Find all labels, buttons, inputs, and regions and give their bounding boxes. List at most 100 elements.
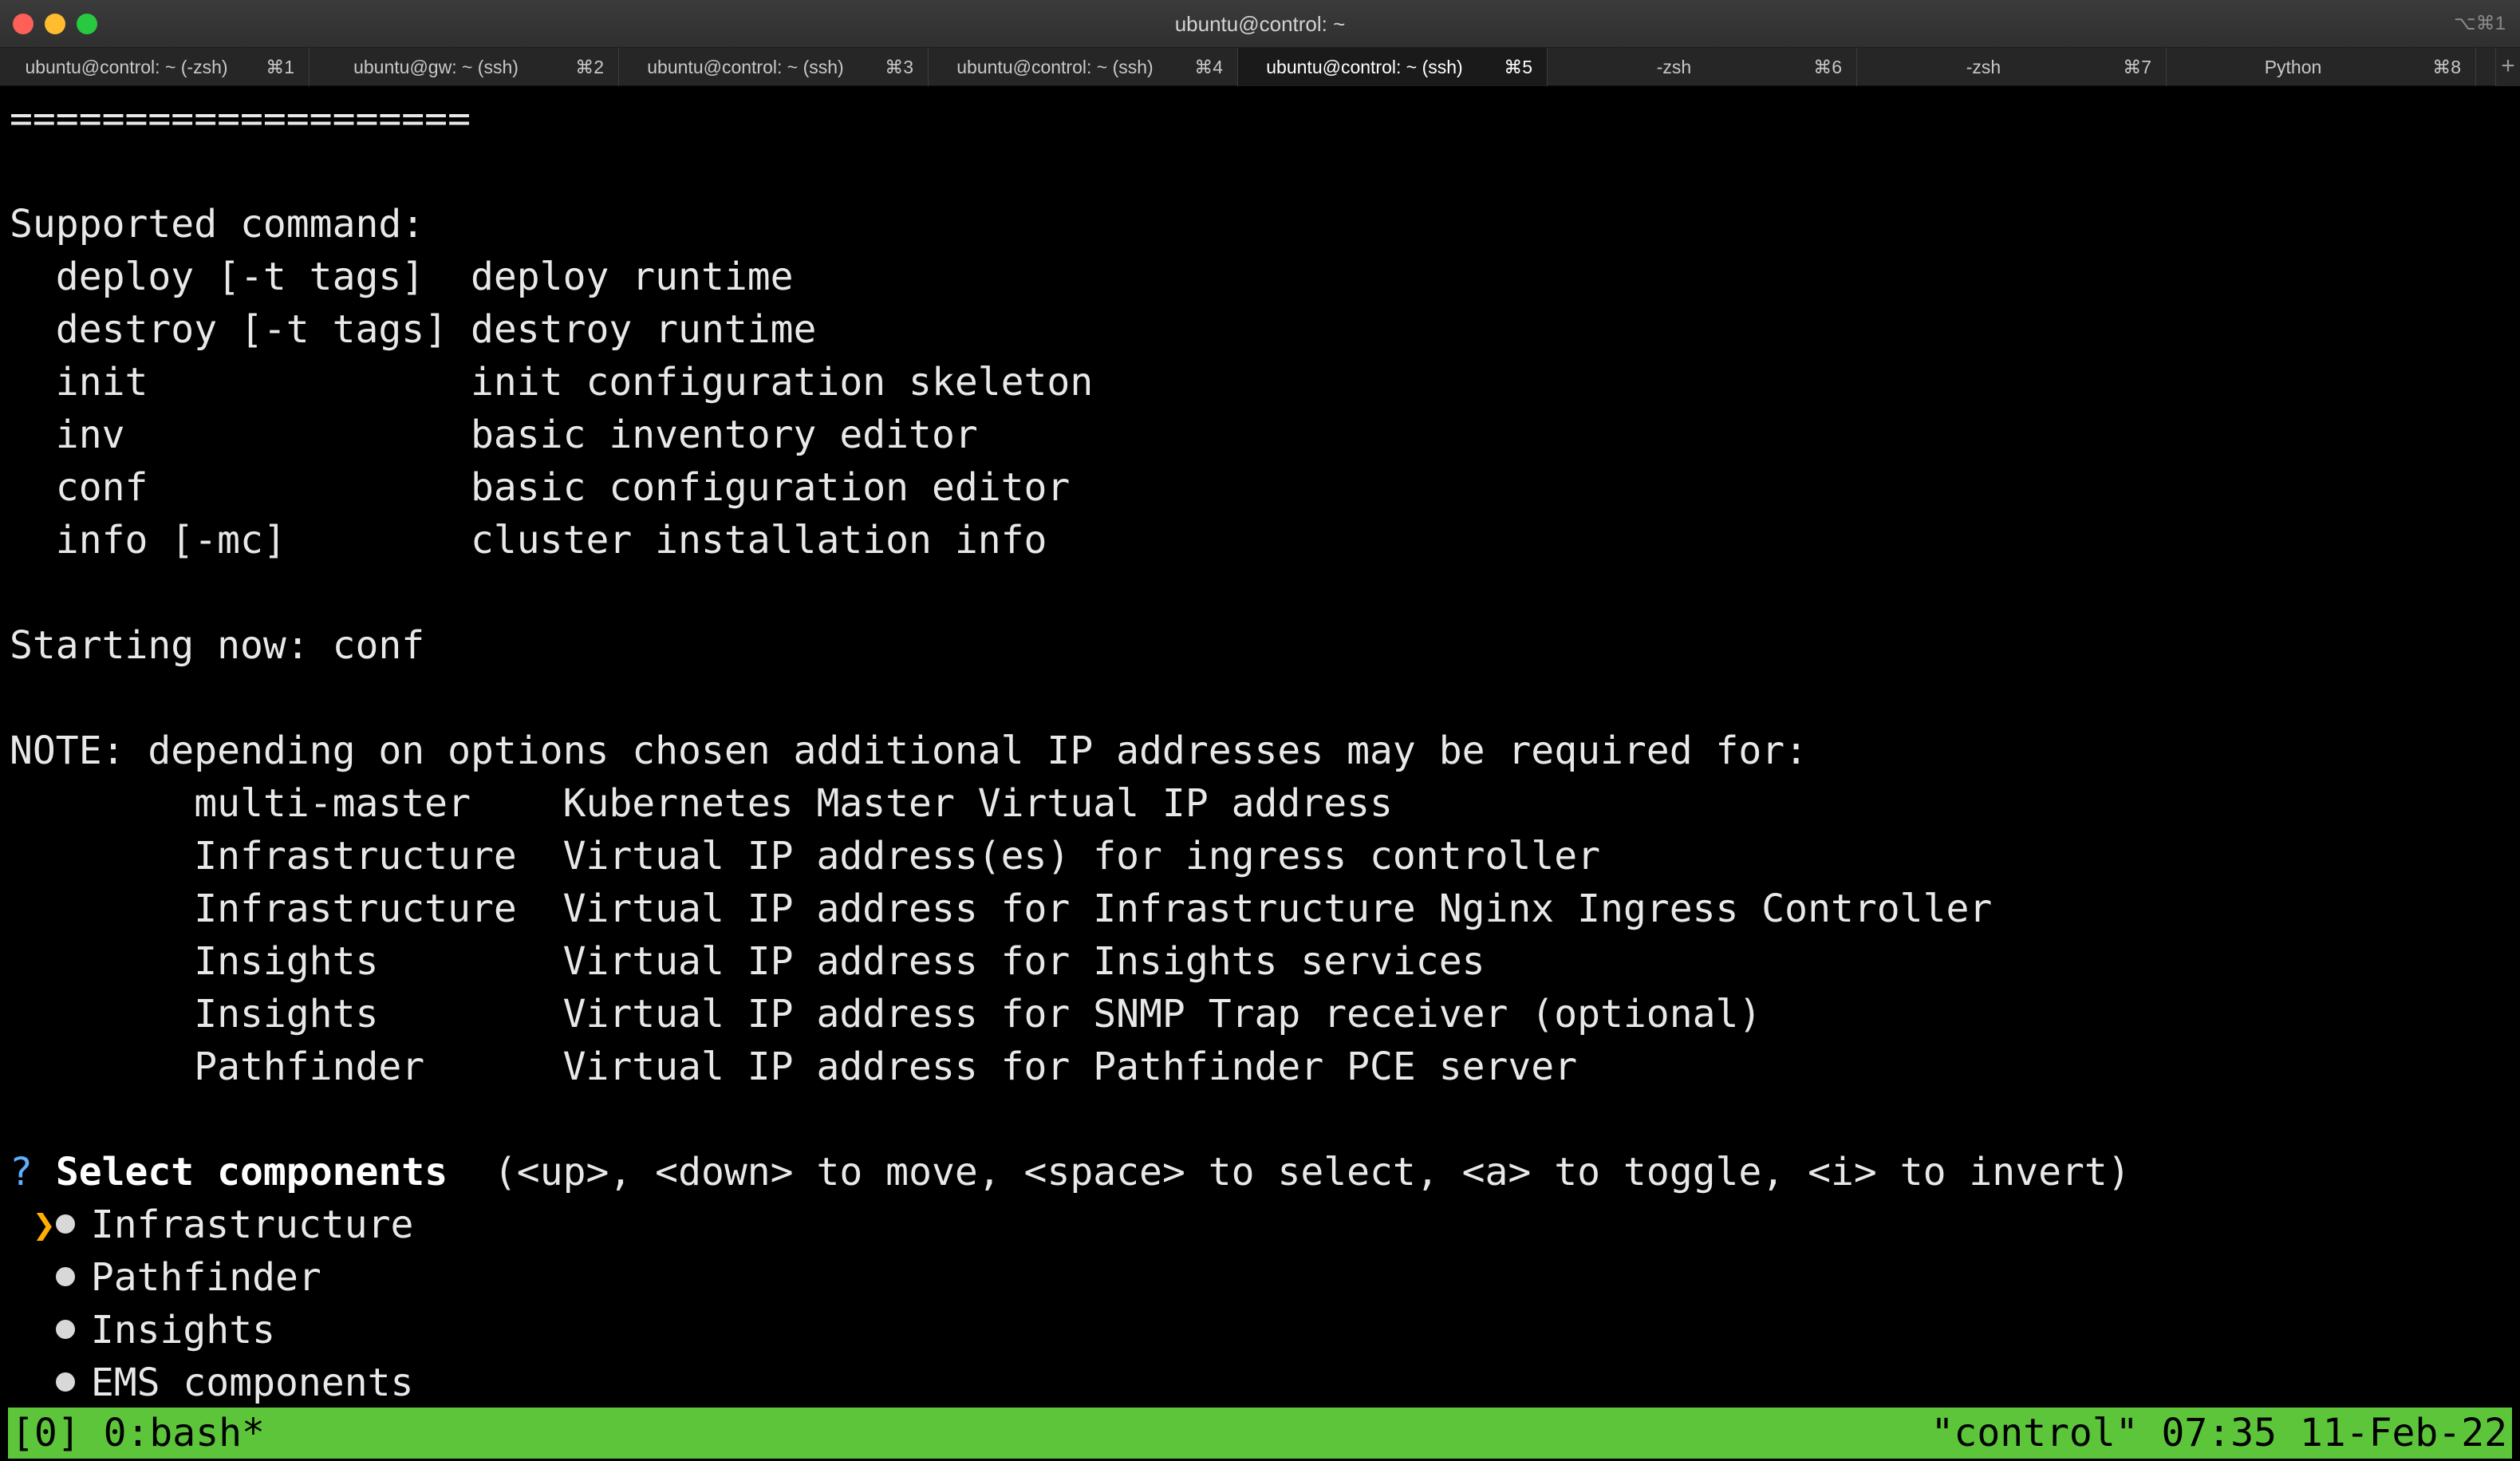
select-prompt: ? Select components (<up>, <down> to mov…	[10, 1146, 2506, 1198]
separator-line: ====================	[10, 97, 471, 141]
tab-shortcut: ⌘5	[1504, 57, 1532, 77]
tab-5-active[interactable]: ubuntu@control: ~ (ssh) ⌘5	[1238, 48, 1548, 86]
tab-2[interactable]: ubuntu@gw: ~ (ssh) ⌘2	[310, 48, 619, 86]
cursor-spacer	[33, 1255, 56, 1300]
unselected-radio-icon	[55, 1320, 75, 1339]
ip-description: Virtual IP address for SNMP Trap receive…	[562, 992, 1762, 1037]
unselected-radio-icon	[55, 1372, 75, 1392]
option-label: EMS components	[90, 1360, 414, 1404]
prompt-hint: (<up>, <down> to move, <space> to select…	[493, 1150, 2131, 1194]
tab-3[interactable]: ubuntu@control: ~ (ssh) ⌘3	[619, 48, 929, 86]
tab-shortcut: ⌘1	[266, 57, 294, 77]
starting-line: Starting now: conf	[10, 623, 425, 668]
ip-requirement-row: Insights Virtual IP address for Insights…	[10, 935, 2506, 988]
command-name: destroy [-t tags]	[55, 307, 471, 352]
command-row: init init configuration skeleton	[10, 356, 2506, 409]
selection-cursor-icon: ❯	[32, 1202, 56, 1247]
tab-shortcut: ⌘7	[2123, 57, 2151, 77]
component-option[interactable]: EMS components	[10, 1356, 2506, 1404]
terminal-output[interactable]: ==================== Supported command: …	[10, 93, 2506, 1404]
component-option-list: ❯ Infrastructure Pathfinder Insights EMS …	[10, 1198, 2506, 1404]
tab-4[interactable]: ubuntu@control: ~ (ssh) ⌘4	[929, 48, 1238, 86]
tab-shortcut: ⌘2	[575, 57, 604, 77]
tab-bar: ubuntu@control: ~ (-zsh) ⌘1 ubuntu@gw: ~…	[0, 48, 2520, 86]
tab-8[interactable]: Python ⌘8	[2167, 48, 2476, 86]
command-name: deploy [-t tags]	[55, 255, 471, 299]
component-option[interactable]: Insights	[10, 1304, 2506, 1356]
command-row: destroy [-t tags] destroy runtime	[10, 303, 2506, 356]
unselected-radio-icon	[55, 1214, 75, 1234]
command-name: info [-mc]	[55, 518, 471, 563]
tab-label: ubuntu@control: ~ (ssh)	[956, 57, 1154, 77]
option-label: Insights	[90, 1308, 275, 1352]
ip-description: Virtual IP address(es) for ingress contr…	[562, 834, 1600, 879]
window-titlebar: ubuntu@control: ~ ⌥⌘1	[0, 0, 2520, 48]
tab-shortcut: ⌘6	[1813, 57, 1842, 77]
tab-7[interactable]: -zsh ⌘7	[1857, 48, 2167, 86]
command-description: init configuration skeleton	[470, 360, 1094, 405]
tab-shortcut: ⌘3	[885, 57, 913, 77]
command-row: info [-mc] cluster installation info	[10, 514, 2506, 567]
ip-component: Pathfinder	[194, 1044, 563, 1089]
command-row: deploy [-t tags] deploy runtime	[10, 251, 2506, 303]
tab-6[interactable]: -zsh ⌘6	[1548, 48, 1857, 86]
ip-requirement-row: multi-master Kubernetes Master Virtual I…	[10, 777, 2506, 830]
note-line: NOTE: depending on options chosen additi…	[10, 729, 1808, 773]
ip-requirement-row: Insights Virtual IP address for SNMP Tra…	[10, 988, 2506, 1040]
window-title: ubuntu@control: ~	[1174, 12, 1346, 36]
command-description: cluster installation info	[470, 518, 1047, 563]
command-description: deploy runtime	[470, 255, 794, 299]
prompt-title: Select components	[55, 1150, 448, 1194]
ip-requirement-row: Infrastructure Virtual IP address(es) fo…	[10, 830, 2506, 883]
cursor-spacer	[33, 1360, 56, 1404]
component-option[interactable]: ❯ Infrastructure	[10, 1198, 2506, 1251]
command-description: basic configuration editor	[470, 465, 1071, 510]
tab-label: -zsh	[1966, 57, 2001, 77]
command-name: inv	[55, 413, 471, 457]
tab-shortcut: ⌘8	[2432, 57, 2461, 77]
ip-component: multi-master	[194, 781, 563, 826]
command-name: init	[55, 360, 471, 405]
ip-description: Virtual IP address for Insights services	[562, 939, 1485, 984]
tmux-status-bar: [0] 0:bash* "control" 07:35 11-Feb-22	[8, 1408, 2512, 1459]
ip-component: Infrastructure	[194, 886, 563, 931]
command-row: conf basic configuration editor	[10, 461, 2506, 514]
ip-requirements-list: multi-master Kubernetes Master Virtual I…	[10, 777, 2506, 1093]
unselected-radio-icon	[55, 1267, 75, 1286]
tab-label: -zsh	[1656, 57, 1692, 77]
prompt-question-mark: ?	[10, 1150, 33, 1194]
command-description: destroy runtime	[470, 307, 817, 352]
tab-shortcut: ⌘4	[1194, 57, 1223, 77]
ip-component: Infrastructure	[194, 834, 563, 879]
tab-label: ubuntu@control: ~ (-zsh)	[25, 57, 228, 77]
command-name: conf	[55, 465, 471, 510]
command-list: deploy [-t tags] deploy runtime destroy …	[10, 251, 2506, 567]
ip-requirement-row: Infrastructure Virtual IP address for In…	[10, 883, 2506, 935]
tab-label: ubuntu@gw: ~ (ssh)	[353, 57, 519, 77]
ip-description: Virtual IP address for Infrastructure Ng…	[562, 886, 1993, 931]
cursor-spacer	[33, 1308, 56, 1352]
ip-description: Virtual IP address for Pathfinder PCE se…	[562, 1044, 1578, 1089]
tmux-status-info: "control" 07:35 11-Feb-22	[1930, 1411, 2507, 1455]
option-label: Infrastructure	[90, 1202, 414, 1247]
component-option[interactable]: Pathfinder	[10, 1251, 2506, 1304]
tab-label: ubuntu@control: ~ (ssh)	[647, 57, 844, 77]
tab-1[interactable]: ubuntu@control: ~ (-zsh) ⌘1	[0, 48, 310, 86]
option-label: Pathfinder	[90, 1255, 321, 1300]
supported-commands-header: Supported command:	[10, 202, 425, 247]
new-tab-button[interactable]: +	[2495, 48, 2520, 86]
command-row: inv basic inventory editor	[10, 409, 2506, 461]
ip-component: Insights	[194, 939, 563, 984]
tab-label: ubuntu@control: ~ (ssh)	[1266, 57, 1463, 77]
tab-label: Python	[2264, 57, 2322, 77]
tmux-window-list: [0] 0:bash*	[11, 1411, 265, 1455]
ip-component: Insights	[194, 992, 563, 1037]
command-description: basic inventory editor	[470, 413, 978, 457]
window-shortcut: ⌥⌘1	[2453, 13, 2506, 34]
ip-requirement-row: Pathfinder Virtual IP address for Pathfi…	[10, 1040, 2506, 1093]
ip-description: Kubernetes Master Virtual IP address	[562, 781, 1393, 826]
